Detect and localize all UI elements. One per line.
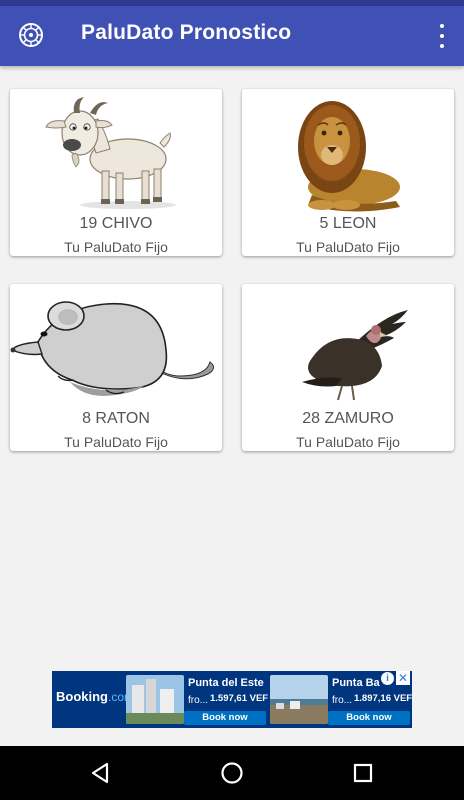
lion-image xyxy=(298,101,400,212)
offer-from: fro... xyxy=(332,695,353,706)
offer-place: Punta del Este xyxy=(188,677,264,689)
book-now-button[interactable]: Book now xyxy=(328,711,410,725)
card-number-animal: 5 LEON xyxy=(319,215,377,232)
info-icon[interactable]: i xyxy=(381,672,394,685)
offer-photo-coast xyxy=(270,675,328,724)
app-title: PaluDato Pronostico xyxy=(81,21,292,44)
offer-price: 1.897,16 VEF xyxy=(354,693,412,704)
offer-price: 1.597,61 VEF xyxy=(210,693,269,704)
vulture-image xyxy=(302,310,408,401)
roulette-wheel-icon[interactable] xyxy=(18,22,44,48)
card-number-animal: 19 CHIVO xyxy=(79,215,153,232)
animal-card-zamuro[interactable]: 28 ZAMURO Tu PaluDato Fijo xyxy=(242,284,454,451)
card-number-animal: 28 ZAMURO xyxy=(302,410,394,427)
book-now-button[interactable]: Book now xyxy=(184,711,266,725)
booking-ad-banner[interactable]: Booking.com Punta del Este fro... 1.597,… xyxy=(52,671,412,728)
recents-square-icon[interactable] xyxy=(350,760,376,786)
card-number-animal: 8 RATON xyxy=(82,410,150,427)
goat-image xyxy=(45,97,176,209)
offer-photo-city xyxy=(126,675,184,724)
close-icon[interactable]: ✕ xyxy=(396,671,410,685)
app-bar: PaluDato Pronostico xyxy=(0,6,464,66)
back-triangle-icon[interactable] xyxy=(88,760,114,786)
card-subtitle: Tu PaluDato Fijo xyxy=(64,239,168,255)
animal-card-chivo[interactable]: 19 CHIVO Tu PaluDato Fijo xyxy=(10,89,222,256)
booking-logo: Booking.com xyxy=(56,689,135,704)
card-subtitle: Tu PaluDato Fijo xyxy=(296,239,400,255)
home-circle-icon[interactable] xyxy=(219,760,245,786)
offer-from: fro... xyxy=(188,695,209,706)
system-nav-bar xyxy=(0,746,464,800)
animal-card-raton[interactable]: 8 RATON Tu PaluDato Fijo xyxy=(10,284,222,451)
animal-card-leon[interactable]: 5 LEON Tu PaluDato Fijo xyxy=(242,89,454,256)
mouse-image xyxy=(10,301,214,396)
offer-place: Punta Ba xyxy=(332,677,380,689)
card-subtitle: Tu PaluDato Fijo xyxy=(296,434,400,450)
more-vert-icon[interactable] xyxy=(436,22,448,50)
card-subtitle: Tu PaluDato Fijo xyxy=(64,434,168,450)
